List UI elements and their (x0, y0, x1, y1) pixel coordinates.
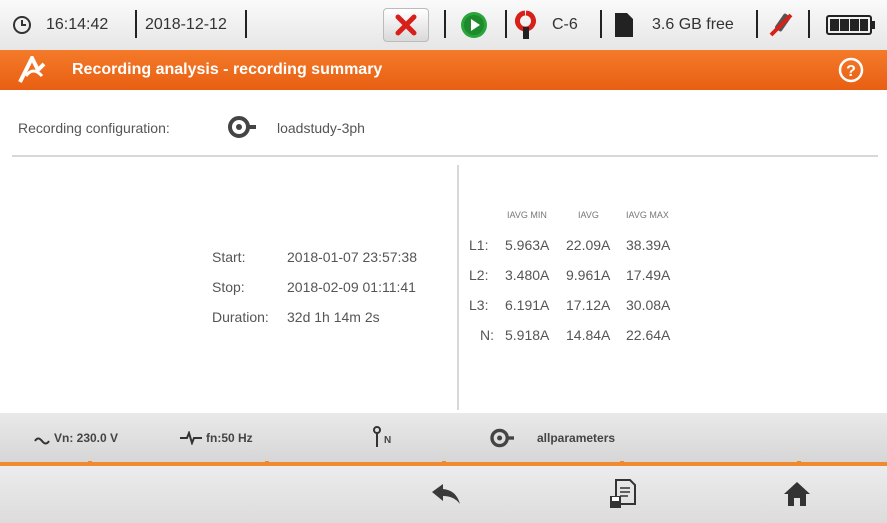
frequency-icon (180, 429, 202, 450)
stop-value: 2018-02-09 01:11:41 (287, 279, 416, 295)
recording-configuration-label: Recording configuration: (18, 120, 170, 136)
save-report-icon (610, 479, 636, 508)
cell-min: 5.918A (505, 327, 550, 343)
navigation-bar (0, 466, 887, 523)
profile-icon (490, 427, 516, 454)
configuration-name: loadstudy-3ph (277, 120, 365, 136)
close-icon (383, 8, 429, 42)
home-button[interactable] (777, 476, 817, 512)
title-bar: Recording analysis - recording summary ? (0, 50, 887, 90)
home-icon (784, 482, 810, 506)
app-logo-icon (18, 53, 48, 89)
cell-max: 17.49A (626, 267, 671, 283)
recording-play-icon (459, 0, 489, 50)
cell-max: 22.64A (626, 327, 671, 343)
save-report-button[interactable] (603, 476, 643, 512)
neutral-icon (372, 426, 382, 453)
battery-icon (826, 0, 876, 50)
divider-vertical (457, 165, 459, 410)
nominal-frequency: fn:50 Hz (206, 431, 253, 445)
duration-value: 32d 1h 14m 2s (287, 309, 380, 325)
cell-max: 38.39A (626, 237, 671, 253)
row-label: N: (480, 327, 494, 343)
profile-name: allparameters (537, 431, 616, 445)
cell-max: 30.08A (626, 297, 671, 313)
neutral-label: N (384, 435, 392, 446)
row-label: L1: (469, 237, 489, 253)
cell-min: 6.191A (505, 297, 550, 313)
clamp-type: C-6 (552, 16, 578, 33)
cell-min: 5.963A (505, 237, 550, 253)
back-arrow-icon (432, 484, 460, 504)
svg-text:?: ? (846, 63, 856, 80)
cell-min: 3.480A (505, 267, 550, 283)
sd-card-icon (613, 0, 633, 50)
page-title: Recording analysis - recording summary (72, 61, 383, 78)
status-bar: 16:14:42 2018-12-12 C-6 3.6 GB free (0, 0, 887, 51)
back-button[interactable] (426, 476, 466, 512)
column-header-avg: IAVG (578, 210, 599, 220)
cell-avg: 17.12A (566, 297, 611, 313)
clock-icon (12, 0, 32, 50)
row-label: L3: (469, 297, 489, 313)
nominal-voltage: Vn: 230.0 V (54, 431, 119, 445)
status-time: 16:14:42 (46, 16, 109, 33)
help-icon: ? (838, 57, 864, 83)
stop-recording-button[interactable] (383, 0, 429, 50)
column-header-max: IAVG MAX (626, 210, 669, 220)
info-bar: Vn: 230.0 V fn:50 Hz N allparameters (0, 413, 887, 463)
start-label: Start: (212, 249, 246, 265)
column-header-min: IAVG MIN (507, 210, 547, 220)
stop-label: Stop: (212, 279, 245, 295)
storage-free: 3.6 GB free (652, 16, 734, 33)
cell-avg: 14.84A (566, 327, 611, 343)
voltage-wave-icon (34, 433, 50, 451)
duration-label: Duration: (212, 309, 269, 325)
status-date: 2018-12-12 (145, 16, 227, 33)
clamp-icon (515, 0, 537, 50)
cell-avg: 9.961A (566, 267, 611, 283)
cell-avg: 22.09A (566, 237, 611, 253)
start-value: 2018-01-07 23:57:38 (287, 249, 417, 265)
divider (12, 155, 878, 157)
configuration-icon (228, 114, 258, 145)
no-connection-icon (765, 0, 797, 50)
help-button[interactable]: ? (838, 57, 864, 83)
row-label: L2: (469, 267, 489, 283)
